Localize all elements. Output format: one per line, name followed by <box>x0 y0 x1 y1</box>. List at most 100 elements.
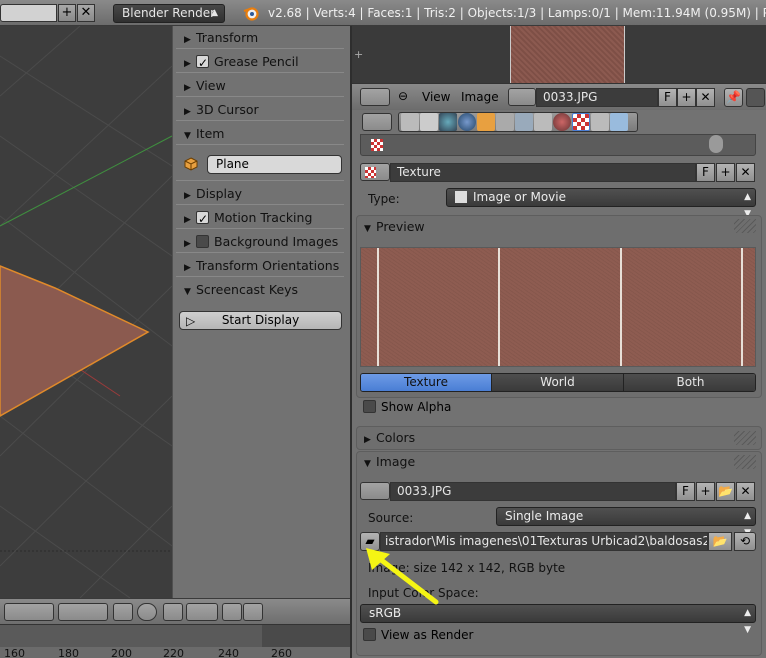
browse-texture-dropdown[interactable] <box>360 163 390 181</box>
render-engine-dropdown[interactable]: Blender Render ▲▼ <box>113 4 225 35</box>
panel-motion-tracking[interactable]: ▶ Motion Tracking <box>178 208 344 229</box>
image-preview <box>510 26 625 83</box>
panel-background-images[interactable]: ▶ Background Images <box>178 232 344 252</box>
color-space-value: sRGB <box>369 606 402 620</box>
panel-label: Screencast Keys <box>196 282 299 297</box>
unlink-texture-button[interactable]: ✕ <box>736 163 755 182</box>
divider <box>176 120 344 121</box>
preview-panel-header[interactable]: ▼ Preview <box>358 216 760 237</box>
panel-label: Image <box>376 454 416 469</box>
editor-type-dropdown[interactable] <box>360 88 390 106</box>
proportional-edit-icon[interactable] <box>137 603 157 621</box>
panel-label: Transform Orientations <box>196 258 340 273</box>
scene-name-field[interactable] <box>0 4 57 22</box>
panel-display[interactable]: ▶ Display <box>178 184 344 204</box>
open-image-icon[interactable]: 📂 <box>716 482 735 501</box>
object-name-field[interactable]: Plane <box>207 155 342 174</box>
texture-slot-list[interactable] <box>360 134 756 156</box>
tab-world[interactable]: World <box>492 374 624 391</box>
fake-user-button[interactable]: F <box>658 88 677 107</box>
checkbox[interactable] <box>196 235 209 248</box>
view-as-render-toggle[interactable]: View as Render <box>363 628 473 642</box>
3d-viewport[interactable] <box>0 26 172 598</box>
list-scrollbar[interactable] <box>709 135 723 153</box>
image-name-field[interactable]: 0033.JPG <box>390 482 676 501</box>
checkbox[interactable] <box>363 628 376 641</box>
modifiers-tab-icon[interactable] <box>515 113 533 131</box>
panel-grease-pencil[interactable]: ▶ Grease Pencil <box>178 52 344 73</box>
panel-transform-orientations[interactable]: ▶ Transform Orientations <box>178 256 344 276</box>
new-image-button[interactable]: + <box>696 482 715 501</box>
render-animation-icon[interactable] <box>243 603 263 621</box>
checkbox[interactable] <box>363 400 376 413</box>
divider <box>176 48 344 49</box>
new-image-button[interactable]: + <box>677 88 696 107</box>
collapsed-triangle-icon: ▶ <box>184 35 191 45</box>
panel-drag-grip-icon[interactable] <box>734 219 756 233</box>
data-tab-icon[interactable] <box>534 113 552 131</box>
image-pin-icon[interactable] <box>746 88 765 107</box>
checkbox[interactable] <box>196 53 209 73</box>
browse-image-dropdown[interactable] <box>508 88 536 106</box>
panel-transform[interactable]: ▶ Transform <box>178 28 344 48</box>
image-panel-header[interactable]: ▼ Image <box>358 451 760 472</box>
editor-type-dropdown[interactable] <box>362 113 392 131</box>
source-dropdown[interactable]: Single Image ▲▼ <box>496 507 756 538</box>
texture-tab-icon[interactable] <box>572 113 590 131</box>
collapse-menu-icon[interactable]: ⊖ <box>398 89 408 103</box>
material-tab-icon[interactable] <box>553 113 571 131</box>
show-alpha-toggle[interactable]: Show Alpha <box>363 400 451 414</box>
timeline[interactable]: 160 180 200 220 240 260 <box>0 624 350 658</box>
panel-drag-grip-icon[interactable] <box>734 455 756 469</box>
particles-tab-icon[interactable] <box>591 113 609 131</box>
physics-tab-icon[interactable] <box>610 113 628 131</box>
menu-image[interactable]: Image <box>461 90 499 104</box>
pin-icon[interactable]: 📌 <box>724 88 743 107</box>
plus-icon[interactable]: + <box>354 48 363 61</box>
delete-scene-button[interactable]: ✕ <box>77 4 95 22</box>
fake-user-button[interactable]: F <box>696 163 715 182</box>
menu-view[interactable]: View <box>422 90 450 104</box>
add-scene-button[interactable]: + <box>58 4 76 22</box>
world-tab-icon[interactable] <box>458 113 476 131</box>
start-display-button[interactable]: ▷ Start Display <box>179 311 342 330</box>
texture-type-dropdown[interactable]: Image or Movie ▲ ▼ <box>446 188 756 219</box>
colors-panel-header[interactable]: ▶ Colors <box>358 427 760 448</box>
object-tab-icon[interactable] <box>477 113 495 131</box>
image-name-field[interactable]: 0033.JPG <box>536 88 658 107</box>
checkbox[interactable] <box>196 209 209 229</box>
constraints-tab-icon[interactable] <box>496 113 514 131</box>
browse-image-dropdown[interactable] <box>360 482 390 500</box>
panel-view[interactable]: ▶ View <box>178 76 344 96</box>
new-texture-button[interactable]: + <box>716 163 735 182</box>
panel-drag-grip-icon[interactable] <box>734 431 756 445</box>
scene-tab-icon[interactable] <box>439 113 457 131</box>
fake-user-button[interactable]: F <box>676 482 695 501</box>
tab-both[interactable]: Both <box>624 374 755 391</box>
render-layer-icon[interactable] <box>113 603 133 621</box>
divider <box>176 276 344 277</box>
panel-item[interactable]: ▼ Item <box>178 124 344 144</box>
panel-label: Background Images <box>214 234 339 249</box>
snap-icon[interactable] <box>163 603 183 621</box>
layer-buttons-1[interactable] <box>4 603 54 621</box>
expanded-triangle-icon: ▼ <box>364 459 371 469</box>
render-layers-tab-icon[interactable] <box>420 113 438 131</box>
unlink-image-button[interactable]: ✕ <box>736 482 755 501</box>
tab-texture[interactable]: Texture <box>361 374 492 391</box>
layer-buttons-2[interactable] <box>58 603 108 621</box>
render-tab-icon[interactable] <box>401 113 419 131</box>
show-alpha-label: Show Alpha <box>381 400 452 414</box>
tile-grout-line <box>741 248 743 366</box>
reload-image-icon[interactable]: ⟲ <box>734 532 756 551</box>
image-editor-canvas[interactable]: + <box>352 26 766 83</box>
panel-label: Preview <box>376 219 425 234</box>
panel-3d-cursor[interactable]: ▶ 3D Cursor <box>178 100 344 120</box>
texture-name-field[interactable]: Texture <box>390 163 696 182</box>
unlink-image-button[interactable]: ✕ <box>696 88 715 107</box>
divider <box>176 96 344 97</box>
render-still-icon[interactable] <box>222 603 242 621</box>
panel-screencast-keys[interactable]: ▼ Screencast Keys <box>178 280 344 300</box>
snap-target-dropdown[interactable] <box>186 603 218 621</box>
browse-file-icon[interactable]: 📂 <box>708 532 732 551</box>
